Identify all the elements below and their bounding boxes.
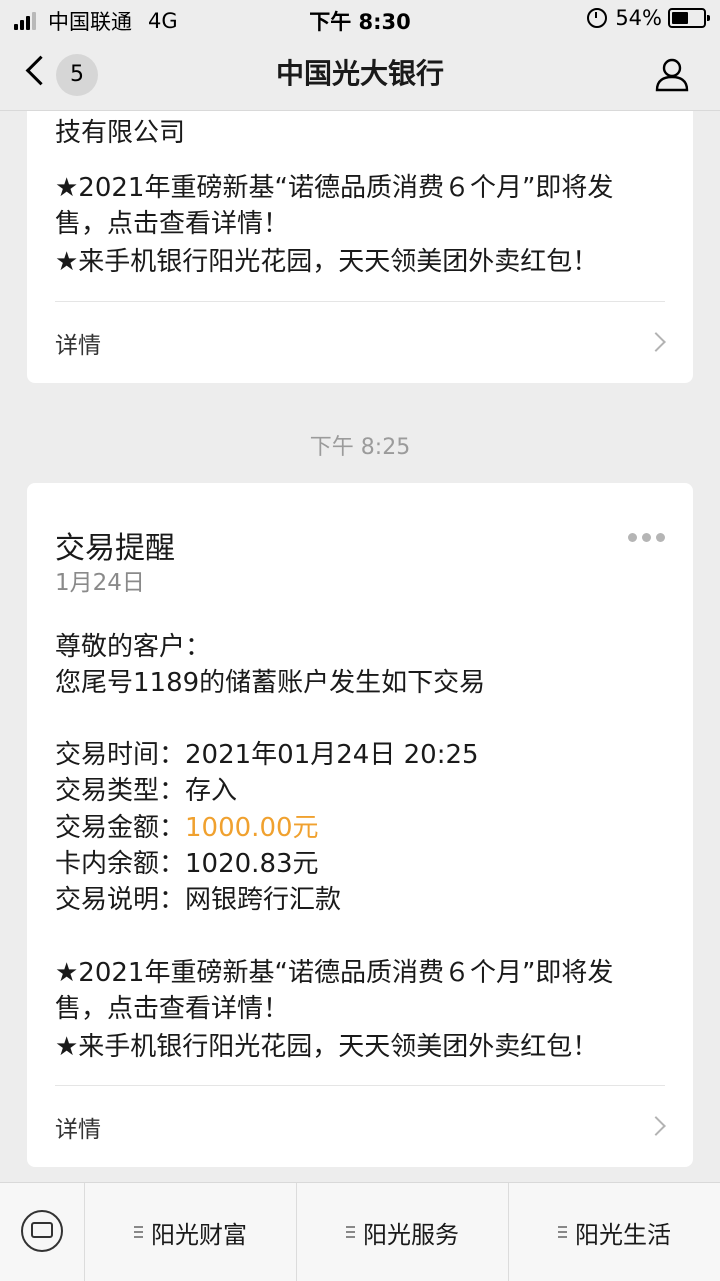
chevron-right-icon[interactable] <box>646 1116 666 1136</box>
tab-life[interactable]: 阳光生活 <box>509 1183 720 1281</box>
more-icon[interactable] <box>623 533 665 542</box>
promo-line: ★来手机银行阳光花园，天天领美团外卖红包！ <box>55 247 599 277</box>
message-list[interactable]: 技有限公司 ★2021年重磅新基“诺德品质消费６个月”即将发 售，点击查看详情！… <box>0 111 720 1182</box>
promo-line: ★2021年重磅新基“诺德品质消费６个月”即将发 <box>55 173 614 203</box>
battery-icon <box>668 8 710 28</box>
details-link[interactable]: 详情 <box>55 1110 101 1144</box>
alarm-icon <box>587 8 608 28</box>
field-row: 交易类型：存入 <box>55 773 237 809</box>
message-card: 交易提醒 1月24日 尊敬的客户： 您尾号1189的储蓄账户发生如下交易 交易时… <box>27 483 693 1167</box>
nav-bar: 中国光大银行 5 <box>0 38 720 111</box>
intro-text: 您尾号1189的储蓄账户发生如下交易 <box>55 668 486 698</box>
unread-badge[interactable]: 5 <box>56 54 98 96</box>
field-row: 卡内余额：1020.83元 <box>55 846 319 882</box>
page-title: 中国光大银行 <box>275 57 444 90</box>
tab-label: 阳光服务 <box>363 1220 459 1249</box>
tab-bar: 阳光财富 阳光服务 阳光生活 <box>0 1182 720 1281</box>
promo-line: ★2021年重磅新基“诺德品质消费６个月”即将发 <box>55 958 614 988</box>
field-value: 1020.83元 <box>185 849 319 879</box>
field-label: 交易金额： <box>55 813 186 843</box>
greeting-text: 尊敬的客户： <box>55 632 212 662</box>
tab-services[interactable]: 阳光服务 <box>297 1183 509 1281</box>
battery-fill <box>672 12 688 24</box>
battery-percent: 54% <box>615 6 662 30</box>
chevron-right-icon[interactable] <box>646 332 666 352</box>
message-title: 交易提醒 <box>55 531 175 566</box>
message-date: 1月24日 <box>55 570 145 596</box>
field-value: 2021年01月24日 20:25 <box>185 740 479 770</box>
menu-icon <box>346 1223 355 1241</box>
field-label: 交易类型： <box>55 776 186 806</box>
profile-icon[interactable] <box>654 56 690 92</box>
field-row: 交易金额：1000.00元 <box>55 810 319 846</box>
field-value: 存入 <box>185 776 238 806</box>
amount-value: 1000.00元 <box>185 813 319 843</box>
tab-label: 阳光财富 <box>151 1220 247 1249</box>
promo-line: 售，点击查看详情！ <box>55 209 290 239</box>
menu-icon <box>134 1223 143 1241</box>
field-row: 交易说明：网银跨行汇款 <box>55 882 341 918</box>
tab-label: 阳光生活 <box>575 1220 671 1249</box>
field-label: 交易说明： <box>55 885 186 915</box>
time-separator: 下午 8:25 <box>309 435 411 460</box>
field-label: 交易时间： <box>55 740 186 770</box>
message-text: 技有限公司 <box>55 118 186 148</box>
divider <box>55 301 665 302</box>
menu-icon <box>558 1223 567 1241</box>
field-label: 卡内余额： <box>55 849 186 879</box>
status-bar: 中国联通 4G 下午 8:30 54% <box>0 0 720 38</box>
status-right: 54% <box>587 6 710 30</box>
promo-line: ★来手机银行阳光花园，天天领美团外卖红包！ <box>55 1032 599 1062</box>
details-link[interactable]: 详情 <box>55 326 101 360</box>
message-card: 技有限公司 ★2021年重磅新基“诺德品质消费６个月”即将发 售，点击查看详情！… <box>27 111 693 383</box>
promo-line: 售，点击查看详情！ <box>55 994 290 1024</box>
tab-wealth[interactable]: 阳光财富 <box>85 1183 297 1281</box>
keyboard-toggle[interactable] <box>0 1183 85 1281</box>
divider <box>55 1085 665 1086</box>
field-row: 交易时间：2021年01月24日 20:25 <box>55 737 479 773</box>
field-value: 网银跨行汇款 <box>185 885 342 915</box>
keyboard-icon[interactable] <box>21 1210 63 1252</box>
